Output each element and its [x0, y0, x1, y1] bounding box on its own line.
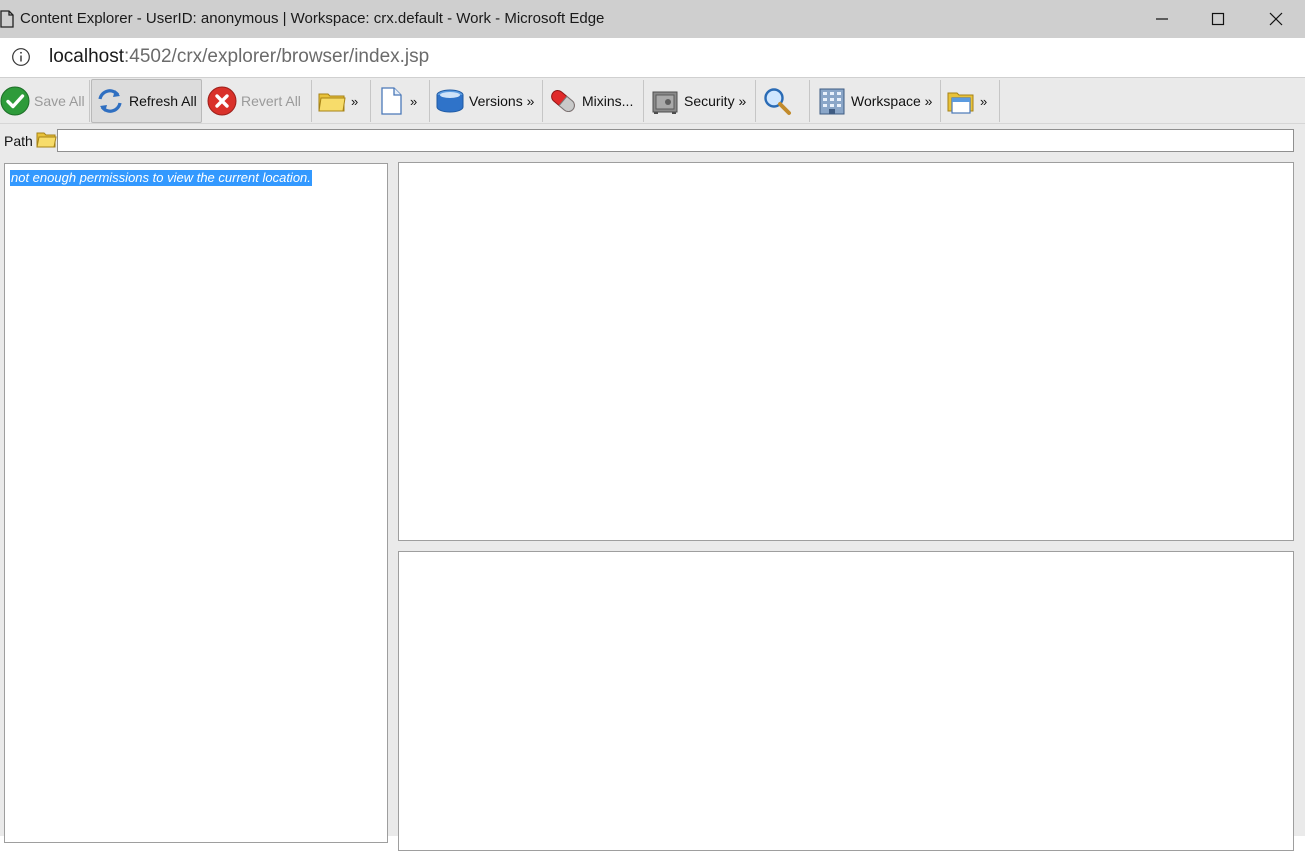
toolbar-divider	[643, 80, 644, 122]
permission-message: not enough permissions to view the curre…	[10, 170, 312, 186]
building-icon	[819, 88, 845, 115]
file-icon	[381, 87, 402, 115]
maximize-button[interactable]	[1189, 0, 1247, 38]
path-row: Path	[0, 124, 1305, 158]
checkmark-icon	[0, 86, 30, 116]
explorer-toolbar: Save All Refresh All Revert All » » Vers…	[0, 77, 1305, 124]
url-path: :4502/crx/explorer/browser/index.jsp	[124, 46, 430, 67]
save-all-button[interactable]: Save All	[0, 79, 88, 123]
safe-icon	[652, 91, 678, 114]
versions-label: Versions »	[469, 93, 535, 109]
pill-icon	[551, 90, 575, 112]
url-text[interactable]: localhost:4502/crx/explorer/browser/inde…	[49, 46, 429, 68]
revert-all-button[interactable]: Revert All	[207, 79, 310, 123]
folder-icon	[318, 93, 346, 112]
new-node-button[interactable]: »	[317, 79, 369, 123]
refresh-all-button[interactable]: Refresh All	[91, 79, 202, 123]
toolbar-divider	[809, 80, 810, 122]
explorer-workarea: not enough permissions to view the curre…	[0, 158, 1305, 851]
window-title: Content Explorer - UserID: anonymous | W…	[20, 10, 605, 27]
tree-panel[interactable]: not enough permissions to view the curre…	[4, 163, 388, 843]
details-panel[interactable]	[398, 551, 1294, 851]
window-titlebar: Content Explorer - UserID: anonymous | W…	[0, 0, 1305, 38]
window-folder-icon	[947, 92, 974, 114]
security-label: Security »	[684, 93, 747, 109]
search-button[interactable]	[762, 79, 808, 123]
revert-all-label: Revert All	[241, 93, 301, 109]
toolbar-divider	[940, 80, 941, 122]
properties-panel[interactable]	[398, 162, 1294, 541]
folder-icon[interactable]	[36, 130, 57, 149]
path-label: Path	[4, 133, 33, 149]
refresh-icon	[98, 89, 122, 113]
clipboard-button[interactable]: »	[946, 79, 998, 123]
url-host: localhost	[49, 46, 124, 67]
mixins-label: Mixins...	[582, 93, 634, 109]
new-file-button[interactable]: »	[376, 79, 428, 123]
security-button[interactable]: Security »	[650, 79, 754, 123]
minimize-button[interactable]	[1133, 0, 1191, 38]
info-icon[interactable]	[11, 47, 31, 67]
workspace-label: Workspace »	[851, 93, 933, 109]
clipboard-chevron: »	[980, 93, 988, 109]
toolbar-divider	[429, 80, 430, 122]
cancel-icon	[207, 86, 237, 116]
toolbar-divider	[89, 80, 90, 122]
new-node-chevron: »	[351, 93, 359, 109]
path-input[interactable]	[57, 129, 1294, 152]
refresh-all-label: Refresh All	[129, 93, 197, 109]
page-icon	[0, 10, 14, 28]
save-all-label: Save All	[34, 93, 85, 109]
toolbar-divider	[999, 80, 1000, 122]
toolbar-divider	[542, 80, 543, 122]
workspace-button[interactable]: Workspace »	[817, 79, 939, 123]
address-bar[interactable]: localhost:4502/crx/explorer/browser/inde…	[0, 38, 1305, 76]
minimize-icon	[1156, 18, 1168, 20]
versions-icon	[436, 89, 464, 113]
search-icon	[764, 88, 791, 115]
close-button[interactable]	[1247, 0, 1305, 38]
close-icon	[1269, 12, 1283, 26]
versions-button[interactable]: Versions »	[435, 79, 541, 123]
mixins-button[interactable]: Mixins...	[548, 79, 642, 123]
new-file-chevron: »	[410, 93, 418, 109]
toolbar-divider	[755, 80, 756, 122]
toolbar-divider	[311, 80, 312, 122]
toolbar-divider	[370, 80, 371, 122]
maximize-icon	[1211, 12, 1225, 26]
